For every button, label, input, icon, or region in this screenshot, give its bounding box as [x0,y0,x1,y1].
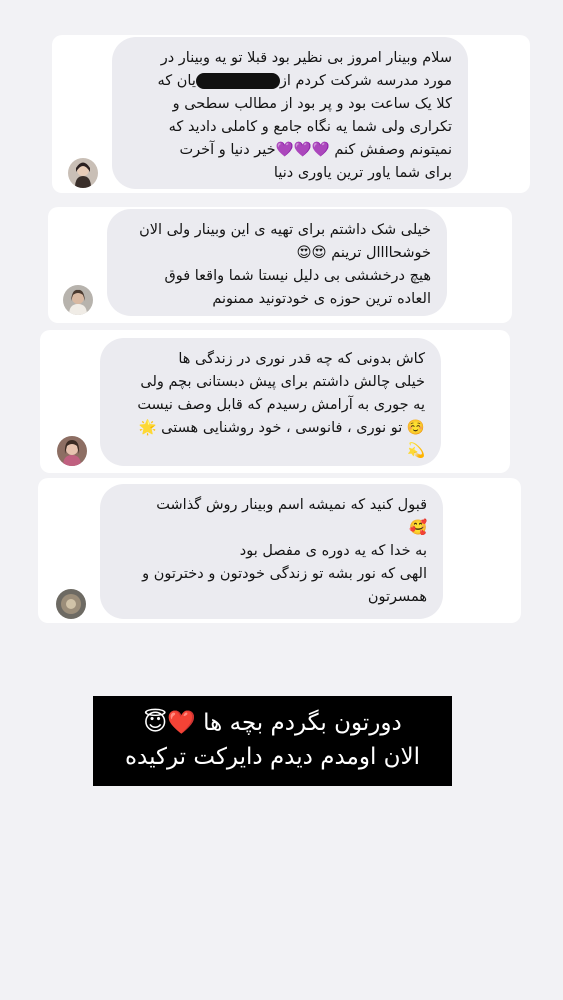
comment-line: خیلی چالش داشتم برای پیش دبستانی بچم ولی [140,374,425,390]
caption-line: دورتون بگردم بچه ها ❤️😇 [143,710,402,736]
comment-text: مورد مدرسه شرکت کردم از [279,73,452,89]
comment-bubble: سلام وبینار امروز بی نظیر بود قبلا تو یه… [112,37,468,189]
comment-line: کاش بدونی که چه قدر نوری در زندگی ها [178,351,425,367]
caption-line: الان اومدم دیدم دایرکت ترکیده [124,744,421,770]
comment-line: کلا یک ساعت بود و پر بود از مطالب سطحی و [172,96,452,112]
avatar[interactable] [68,158,98,188]
comment-text: یان که [157,73,196,89]
comment-line: الهی که نور بشه تو زندگی خودتون و دخترتو… [142,566,427,582]
comment-line: تکراری ولی شما یه نگاه جامع و کاملی دادی… [168,119,452,135]
comment-line: قبول کنید که نمیشه اسم وبینار روش گذاشت [156,497,427,513]
comment-line: به خدا که یه دوره ی مفصل بود [239,543,427,559]
comment-line: العاده ترین حوزه ی خودتونید ممنونم [212,291,431,307]
comment-line: 💫 [406,443,425,459]
comment-line: سلام وبینار امروز بی نظیر بود قبلا تو یه… [160,50,452,66]
comment-line: خوشحاااال ترینم 😍😍 [296,245,431,261]
comment-line: ☺️ تو نوری ، فانوسی ، خود روشنایی هستی 🌟 [138,420,426,436]
redacted-name [195,73,280,89]
caption-banner: دورتون بگردم بچه ها ❤️😇 الان اومدم دیدم … [93,696,452,786]
comment-line: نمیتونم وصفش کنم 💜💜💜خیر دنیا و آخرت [179,142,453,158]
comment-line: خیلی شک داشتم برای تهیه ی این وبینار ولی… [139,222,431,238]
avatar[interactable] [63,285,93,315]
comment-bubble: قبول کنید که نمیشه اسم وبینار روش گذاشت … [100,484,443,619]
comment-bubble: خیلی شک داشتم برای تهیه ی این وبینار ولی… [107,209,447,316]
avatar[interactable] [57,436,87,466]
avatar[interactable] [56,589,86,619]
comment-line: همسرتون [367,589,427,605]
comment-line: مورد مدرسه شرکت کردم از یان که [126,70,452,93]
comment-line: برای شما یاور ترین یاوری دنیا [273,165,452,181]
comment-line: یه جوری به آرامش رسیدم که قابل وصف نیست [137,397,425,413]
comment-bubble: کاش بدونی که چه قدر نوری در زندگی ها خیل… [100,338,441,466]
comment-line: 🥰 [408,520,427,536]
comment-line: هیچ درخششی بی دلیل نیستا شما واقعا فوق [164,268,431,284]
